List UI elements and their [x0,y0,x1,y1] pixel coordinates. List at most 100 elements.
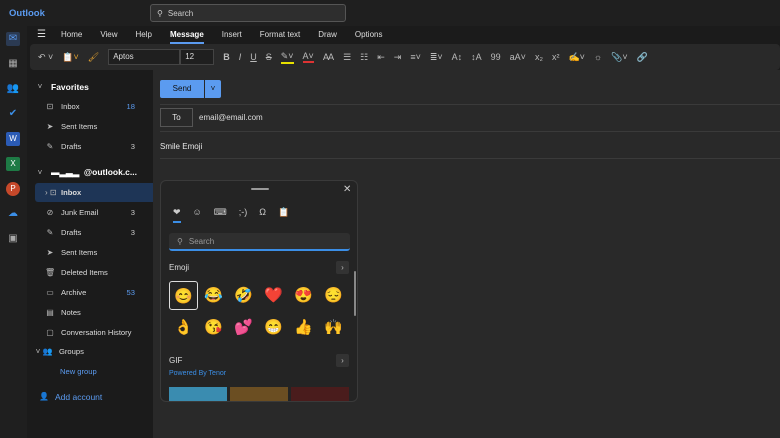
tab-format-text[interactable]: Format text [251,26,309,44]
gif-thumbnail[interactable] [291,387,349,401]
kaomoji-tab-icon[interactable]: ;-) [239,207,248,223]
new-group-link[interactable]: New group [27,362,153,381]
underline-icon[interactable]: U [250,52,257,62]
add-account-button[interactable]: 👤 Add account [27,387,153,406]
emoji-item[interactable]: 👌 [169,313,198,342]
favorites-inbox[interactable]: ⊡ Inbox 18 [27,97,153,116]
emoji-item[interactable]: 👍 [289,313,318,342]
symbols-tab-icon[interactable]: Ω [259,207,266,223]
folder-notes[interactable]: ▤ Notes [27,303,153,322]
groups-header[interactable]: ˅ 👥 Groups [27,342,153,361]
gif-thumbnail[interactable] [169,387,227,401]
emoji-item[interactable]: 😍 [289,281,318,310]
emoji-item[interactable]: 🙌 [319,313,348,342]
styles-icon[interactable]: Ꜳ [323,52,334,63]
format-painter-icon[interactable]: 🖌 [88,52,99,63]
onedrive-icon[interactable]: ☁ [6,207,20,221]
hamburger-menu-icon[interactable]: ☰ [27,26,52,44]
to-field[interactable]: email@email.com [199,113,263,122]
folder-junk-email[interactable]: ⊘ Junk Email 3 [27,203,153,222]
line-spacing-icon[interactable]: ≣˅ [430,52,443,63]
title-bar [0,0,780,26]
gif-section-label: GIF [169,356,183,365]
subject-field[interactable]: Smile Emoji [160,142,202,151]
send-button[interactable]: Send [160,80,204,98]
quote-icon[interactable]: 99 [491,52,501,62]
change-case-icon[interactable]: aA˅ [510,52,526,62]
italic-icon[interactable]: I [239,52,242,62]
folder-deleted-items[interactable]: 🗑 Deleted Items [27,263,153,282]
to-button[interactable]: To [160,108,193,127]
emoji-item[interactable]: 😁 [259,313,288,342]
paragraph-before-icon[interactable]: A↕ [452,52,463,62]
decrease-indent-icon[interactable]: ⇤ [377,52,385,63]
tab-home[interactable]: Home [52,26,91,44]
tab-draw[interactable]: Draw [309,26,346,44]
people-icon[interactable]: 👥 [6,82,20,96]
mail-icon[interactable]: ✉ [6,32,20,46]
calendar-icon[interactable]: ▦ [6,57,20,71]
editor-icon[interactable]: ✍˅ [568,52,584,63]
paragraph-after-icon[interactable]: ↕A [471,52,482,62]
folder-count: 3 [130,142,135,151]
folder-archive[interactable]: ▭ Archive 53 [27,283,153,302]
favorites-drafts[interactable]: ✎ Drafts 3 [27,137,153,156]
superscript-icon[interactable]: x² [552,52,560,62]
undo-icon[interactable]: ↶ ˅ [38,52,53,63]
smiley-tab-icon[interactable]: ☺ [193,207,202,223]
search-input[interactable]: ⚲ Search [150,4,346,22]
emoji-item[interactable]: 😊 [169,281,198,310]
emoji-item[interactable]: 🤣 [229,281,258,310]
favorites-sent-items[interactable]: ➤ Sent Items [27,117,153,136]
emoji-item[interactable]: 😘 [199,313,228,342]
tab-insert[interactable]: Insert [213,26,251,44]
trash-icon: 🗑 [45,268,56,277]
word-icon[interactable]: W [6,132,20,146]
emoji-more-chevron-icon[interactable]: › [336,261,349,274]
bullets-icon[interactable]: ☰ [343,52,351,63]
folder-drafts[interactable]: ✎ Drafts 3 [27,223,153,242]
gif-thumbnail[interactable] [230,387,288,401]
attach-icon[interactable]: 📎˅ [611,52,627,63]
close-icon[interactable]: ✕ [343,184,351,195]
gif-more-chevron-icon[interactable]: › [336,354,349,367]
emoji-item[interactable]: 💕 [229,313,258,342]
emoji-section-label: Emoji [169,263,190,272]
powerpoint-icon[interactable]: P [6,182,20,196]
emoji-item[interactable]: 😂 [199,281,228,310]
bold-icon[interactable]: B [223,52,230,62]
tab-view[interactable]: View [91,26,126,44]
increase-indent-icon[interactable]: ⇥ [394,52,402,63]
strikethrough-icon[interactable]: S [266,52,272,62]
paste-icon[interactable]: 📋˅ [62,52,78,63]
tab-help[interactable]: Help [127,26,161,44]
clipboard-tab-icon[interactable]: 📋 [278,207,289,223]
numbering-icon[interactable]: ☷ [360,52,368,63]
font-select[interactable]: Aptos [108,49,181,65]
folder-conversation-history[interactable]: ▢ Conversation History [27,323,153,342]
emoji-item[interactable]: ❤️ [259,281,288,310]
account-header[interactable]: ˅ ▬▂▃▂ @outlook.c... [27,163,153,182]
scrollbar[interactable] [354,271,356,316]
folder-sent-items[interactable]: ➤ Sent Items [27,243,153,262]
subscript-icon[interactable]: x₂ [535,52,543,62]
gif-tab-icon[interactable]: ⌨ [214,207,227,223]
apps-icon[interactable]: ▣ [6,232,20,246]
emoji-item[interactable]: 😔 [319,281,348,310]
emoji-search-input[interactable]: ⚲ Search [169,233,350,251]
excel-icon[interactable]: X [6,157,20,171]
tab-options[interactable]: Options [346,26,392,44]
drag-handle[interactable] [251,188,269,190]
link-icon[interactable]: 🔗 [637,52,648,63]
highlight-icon[interactable]: ✎˅ [280,51,294,64]
align-icon[interactable]: ≡˅ [410,52,421,62]
send-options-chevron-icon[interactable]: ˅ [205,80,221,98]
font-color-icon[interactable]: A˅ [302,51,314,63]
account-inbox[interactable]: › ⊡Inbox18 [35,183,165,202]
tab-message[interactable]: Message [161,26,213,44]
emoji-tab-icon[interactable]: ❤ [173,207,181,223]
todo-icon[interactable]: ✔ [6,107,20,121]
font-size-select[interactable]: 12 [180,49,215,65]
favorites-header[interactable]: ˅ Favorites [27,77,153,96]
immersive-reader-icon[interactable]: ☼ [594,52,602,62]
